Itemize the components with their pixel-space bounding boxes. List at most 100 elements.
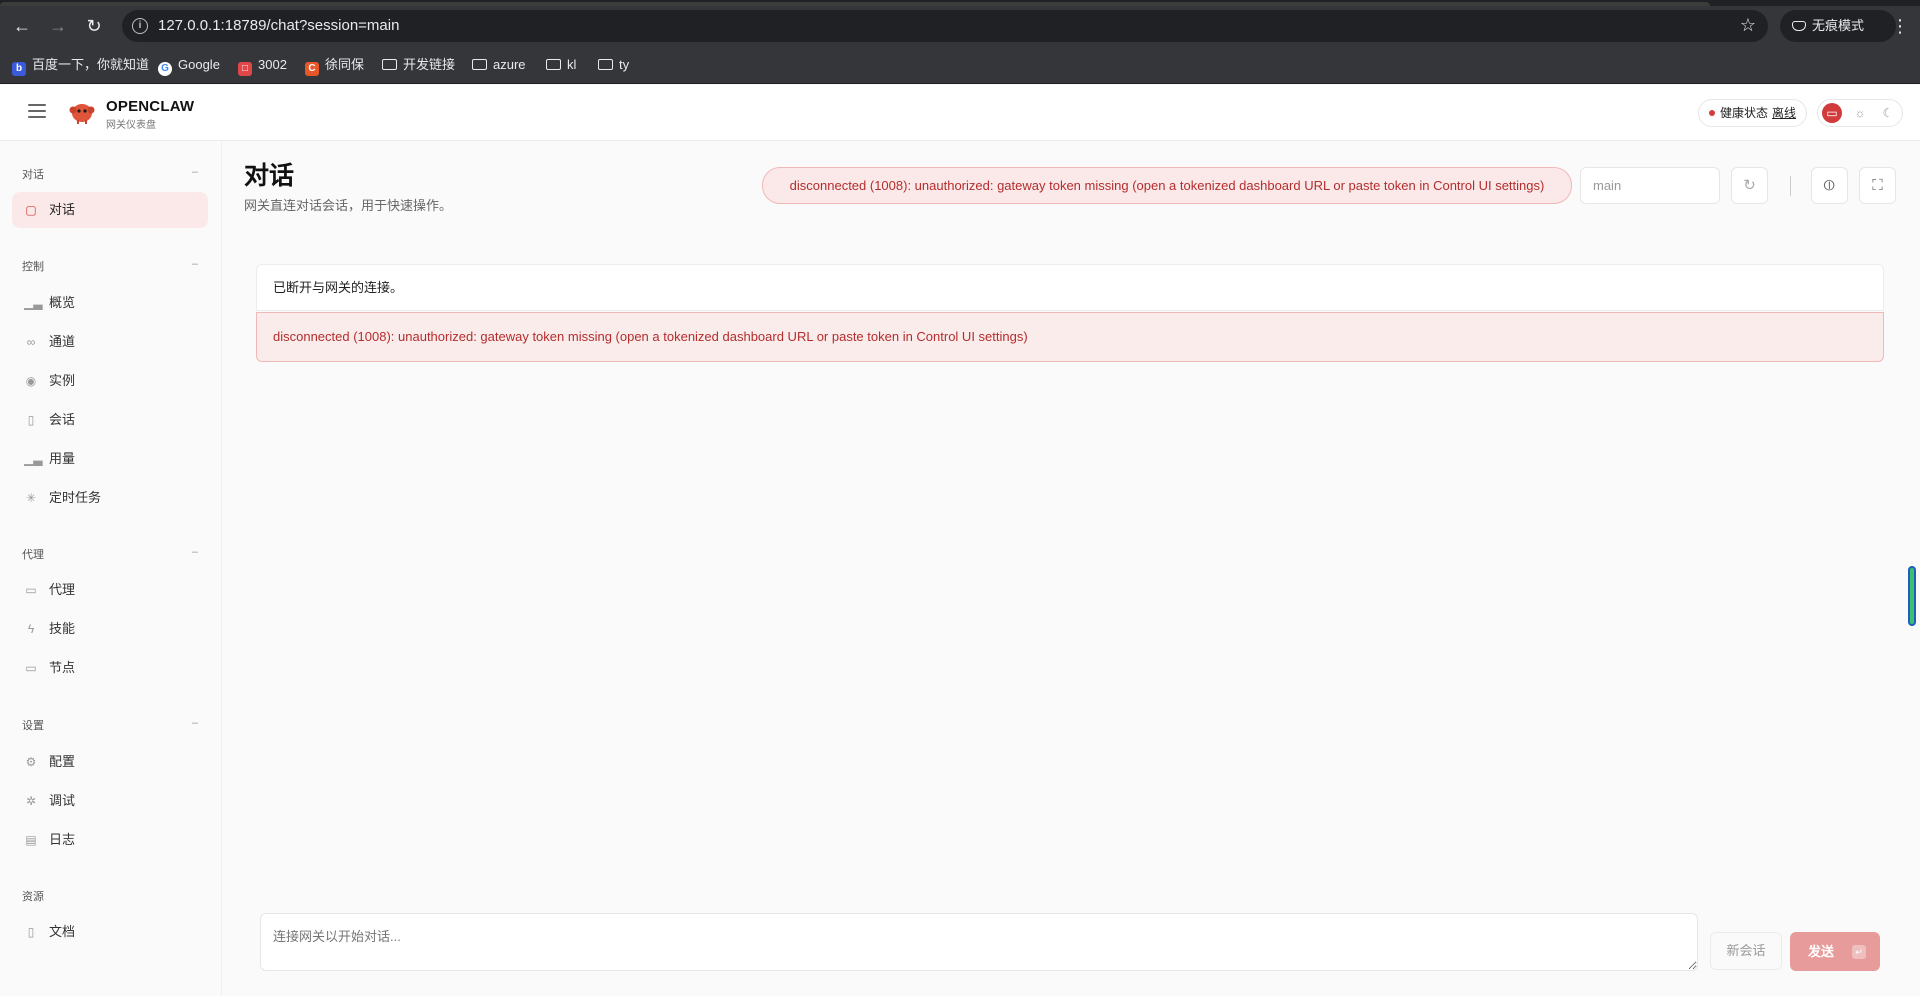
reload-icon[interactable]: ↻ [80,12,108,40]
bookmark-star-icon[interactable]: ☆ [1740,15,1756,36]
chat-icon: ▢ [25,203,37,217]
gear-icon: ⚙ [25,755,37,769]
collapse-icon[interactable]: – [192,546,198,558]
section-title: 设置 [22,720,44,732]
sidebar-item-label: 调试 [49,793,76,808]
sidebar-item-label: 会话 [49,412,76,427]
refresh-button[interactable]: ↻ [1731,167,1768,204]
collapse-icon[interactable]: – [192,166,198,178]
section-title: 控制 [22,261,44,273]
sidebar-section-resources: 资源 [22,888,198,904]
connection-error-pill: disconnected (1008): unauthorized: gatew… [762,167,1572,204]
sidebar-section-chat[interactable]: 对话 – [22,166,198,182]
sidebar-item-skills[interactable]: ϟ 技能 [12,611,208,647]
bookmark-label: 3002 [258,57,287,72]
enter-key-icon: ↵ [1852,945,1866,959]
new-session-button[interactable]: 新会话 [1710,932,1782,970]
book-icon: ▯ [27,925,35,939]
scroll-icon: ▤ [25,833,37,847]
sidebar-item-chat[interactable]: ▢ 对话 [12,192,208,228]
address-bar[interactable]: i 127.0.0.1:18789/chat?session=main ☆ [122,10,1768,42]
brain-icon: ⦶ [1824,177,1835,194]
moon-icon[interactable]: ☾ [1878,103,1898,123]
theme-toggle: ▭ ☼ ☾ [1817,99,1903,127]
sidebar-item-label: 用量 [49,451,76,466]
browser-menu-icon[interactable]: ⋮ [1890,12,1910,40]
sidebar-section-settings[interactable]: 设置 – [22,717,198,733]
brand: OPENCLAW 网关仪表盘 [106,98,194,131]
bookmark-csdn[interactable]: C 徐同保 [305,55,364,76]
incognito-icon [1792,21,1806,31]
incognito-label: 无痕模式 [1812,18,1865,33]
toolbar-divider [1790,176,1791,196]
address-url[interactable]: 127.0.0.1:18789/chat?session=main [158,17,399,34]
section-title: 代理 [22,549,44,561]
sidebar-item-sessions[interactable]: ▯ 会话 [12,402,208,438]
incognito-badge[interactable]: 无痕模式 [1780,10,1896,42]
site-icon: □ [238,62,252,76]
sidebar-item-label: 代理 [49,582,76,597]
sidebar-item-usage[interactable]: ▁▃ 用量 [12,441,208,477]
loader-icon: ✳ [25,491,37,505]
google-icon: G [158,62,172,76]
sidebar-item-overview[interactable]: ▁▃ 概览 [12,285,208,321]
sidebar-item-docs[interactable]: ▯ 文档 [12,914,208,950]
document-icon: ▯ [27,413,35,427]
bar-chart-icon: ▁▃ [24,452,43,466]
bookmark-folder-azure[interactable]: azure [472,55,526,75]
collapse-icon[interactable]: – [192,717,198,729]
message-input[interactable] [260,913,1698,971]
health-status-badge[interactable]: 健康状态 离线 [1698,99,1807,127]
scroll-indicator[interactable] [1908,566,1916,626]
bookmark-label: 开发链接 [403,57,456,72]
session-key-input[interactable]: main [1580,167,1720,204]
sidebar-item-label: 节点 [49,660,76,675]
focus-mode-button[interactable]: ⛶ [1859,167,1896,204]
bolt-icon: ϟ [27,622,35,636]
bookmark-folder-kl[interactable]: kl [546,55,576,75]
sidebar-item-config[interactable]: ⚙ 配置 [12,744,208,780]
sidebar-section-agents[interactable]: 代理 – [22,546,198,562]
openclaw-logo-icon [69,104,95,124]
sidebar-item-instances[interactable]: ◉ 实例 [12,363,208,399]
send-button[interactable]: 发送 ↵ [1790,932,1880,971]
page-subtitle: 网关直连对话会话，用于快速操作。 [244,198,453,213]
health-value: 离线 [1772,106,1797,120]
folder-icon [598,59,613,70]
sidebar-item-channels[interactable]: ∞ 通道 [12,324,208,360]
sidebar-section-control[interactable]: 控制 – [22,258,198,274]
site-info-icon[interactable]: i [132,18,148,34]
bookmark-label: 百度一下，你就知道 [32,57,150,72]
folder-icon [472,59,487,70]
bug-icon: ✲ [25,794,37,808]
sidebar-item-nodes[interactable]: ▭ 节点 [12,650,208,686]
back-icon[interactable]: ← [8,12,36,40]
sun-icon[interactable]: ☼ [1850,103,1870,123]
bookmark-google[interactable]: G Google [158,55,220,76]
disconnected-notice: 已断开与网关的连接。 [256,264,1884,311]
sidebar-item-label: 配置 [49,754,76,769]
browser-toolbar: ← → ↻ i 127.0.0.1:18789/chat?session=mai… [0,6,1920,46]
collapse-icon[interactable]: – [192,258,198,270]
sidebar-item-agents[interactable]: ▭ 代理 [12,572,208,608]
sidebar-item-debug[interactable]: ✲ 调试 [12,783,208,819]
monitor-theme-icon[interactable]: ▭ [1822,103,1842,123]
sidebar-item-logs[interactable]: ▤ 日志 [12,822,208,858]
brand-name: OPENCLAW [106,98,195,115]
bookmark-3002[interactable]: □ 3002 [238,55,287,76]
sidebar: 对话 – ▢ 对话 控制 – ▁▃ 概览 ∞ 通道 ◉ 实例 ▯ 会话 ▁▃ 用量 ✳ 定时任务 … [0,141,222,996]
bookmark-folder-ty[interactable]: ty [598,55,629,75]
menu-toggle-icon[interactable] [28,104,46,118]
page-title: 对话 [244,162,295,190]
sidebar-item-label: 对话 [49,202,76,217]
folder-icon [546,59,561,70]
radio-icon: ◉ [25,374,37,388]
send-label: 发送 [1808,944,1835,959]
thinking-toggle-button[interactable]: ⦶ [1811,167,1848,204]
bookmark-label: azure [493,57,526,72]
baidu-icon: b [12,62,26,76]
sidebar-item-cron[interactable]: ✳ 定时任务 [12,480,208,516]
bookmark-baidu[interactable]: b 百度一下，你就知道 [12,55,150,76]
bookmark-folder-dev[interactable]: 开发链接 [382,55,455,75]
forward-icon[interactable]: → [44,12,72,40]
